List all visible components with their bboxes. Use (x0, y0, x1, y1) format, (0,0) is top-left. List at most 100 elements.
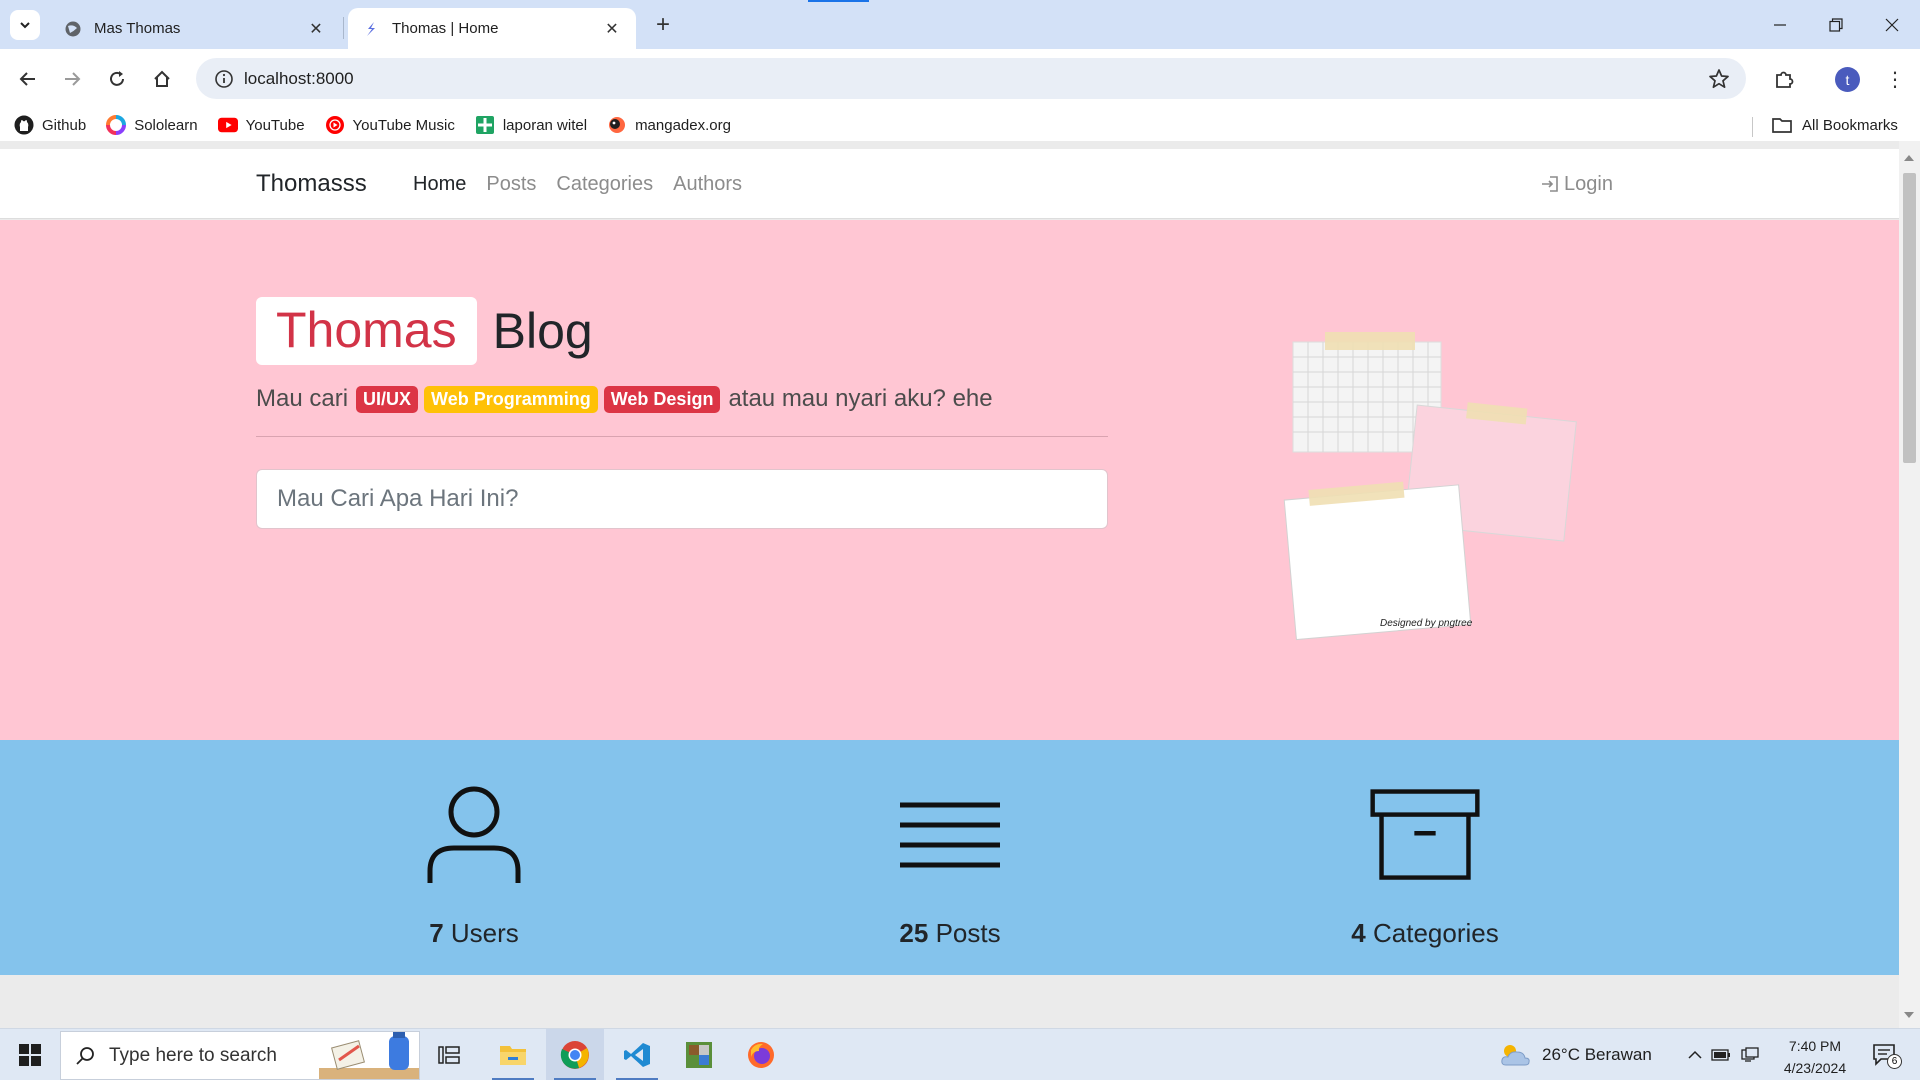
bookmark-github[interactable]: Github (14, 111, 86, 139)
battery-icon[interactable] (1706, 1049, 1736, 1061)
all-bookmarks-button[interactable]: All Bookmarks (1772, 109, 1898, 141)
stat-categories: 4 Categories (1295, 780, 1555, 949)
page-scrollbar[interactable] (1899, 141, 1920, 1028)
stat-posts-label: 25 Posts (899, 918, 1000, 949)
arrow-left-icon (19, 72, 35, 86)
site-navbar: Thomasss Home Posts Categories Authors L… (0, 149, 1899, 219)
login-label: Login (1564, 172, 1613, 195)
taskbar-search-box[interactable]: Type here to search (60, 1031, 420, 1080)
bookmark-mangadex[interactable]: mangadex.org (607, 111, 731, 139)
minimize-icon[interactable] (1752, 0, 1808, 49)
hero-divider (256, 436, 1108, 437)
scroll-up-arrow-icon[interactable] (1904, 155, 1914, 161)
close-icon[interactable]: ✕ (306, 19, 326, 39)
start-button[interactable] (0, 1029, 60, 1080)
weather-widget[interactable]: 26°C Berawan (1498, 1029, 1652, 1080)
scroll-thumb[interactable] (1903, 173, 1916, 463)
puzzle-icon (1776, 71, 1794, 88)
nav-link-authors[interactable]: Authors (673, 173, 742, 196)
login-link[interactable]: Login (1540, 149, 1613, 219)
bookmark-laporan-witel[interactable]: laporan witel (475, 111, 587, 139)
chevron-down-icon (20, 22, 30, 29)
globe-icon (64, 20, 82, 38)
bookmark-label: mangadex.org (635, 116, 731, 134)
folder-icon (1772, 116, 1792, 134)
stat-categories-label: 4 Categories (1351, 918, 1498, 949)
github-icon (14, 115, 34, 135)
taskbar-minecraft[interactable] (670, 1029, 728, 1080)
system-clock[interactable]: 7:40 PM 4/23/2024 (1770, 1035, 1860, 1079)
extensions-button[interactable] (1768, 63, 1800, 95)
reload-button[interactable] (101, 63, 133, 95)
bookmark-label: YouTube (245, 116, 305, 134)
address-text: localhost:8000 (244, 68, 354, 88)
youtube-music-icon (325, 115, 345, 135)
taskbar-chrome[interactable] (546, 1029, 604, 1080)
bookmark-youtube[interactable]: YouTube (217, 111, 305, 139)
scroll-down-arrow-icon[interactable] (1904, 1012, 1914, 1018)
home-button[interactable] (146, 63, 178, 95)
window-controls (1752, 0, 1920, 49)
tab-mas-thomas[interactable]: Mas Thomas ✕ (50, 8, 340, 49)
notification-center-button[interactable]: 6 (1868, 1039, 1902, 1071)
tab-search-button[interactable] (10, 10, 40, 40)
forward-button[interactable] (56, 63, 88, 95)
bookmark-label: YouTube Music (352, 116, 455, 134)
stat-name: Posts (935, 918, 1001, 948)
bookmark-label: Sololearn (134, 116, 198, 134)
nav-link-categories[interactable]: Categories (556, 173, 653, 196)
network-icon[interactable] (1736, 1047, 1764, 1063)
notes-illustration: Designed by pngtree (1270, 312, 1590, 642)
badge-web-programming[interactable]: Web Programming (424, 385, 598, 413)
bookmark-label: laporan witel (502, 116, 588, 134)
close-window-icon[interactable] (1864, 0, 1920, 49)
login-icon (1540, 174, 1560, 194)
vscode-icon (624, 1043, 650, 1067)
youtube-icon (217, 115, 238, 135)
task-view-button[interactable] (420, 1029, 478, 1080)
bookmark-star-icon[interactable] (1708, 68, 1730, 95)
loading-indicator (808, 0, 869, 2)
mangadex-icon (607, 115, 627, 135)
chevron-up-icon[interactable] (1684, 1050, 1706, 1060)
bookmarks-divider (1752, 117, 1753, 137)
back-button[interactable] (12, 63, 44, 95)
hero-search-input[interactable]: Mau Cari Apa Hari Ini? (256, 469, 1108, 529)
taskbar-file-explorer[interactable] (484, 1029, 542, 1080)
notification-count-badge: 6 (1887, 1054, 1902, 1069)
taskbar-firefox[interactable] (732, 1029, 790, 1080)
stat-name: Users (450, 918, 519, 948)
badge-ui-ux[interactable]: UI/UX (356, 385, 419, 413)
clock-time: 7:40 PM (1788, 1038, 1842, 1054)
browser-menu-icon[interactable]: ⋮ (1880, 63, 1910, 95)
tab-thomas-home[interactable]: Thomas | Home ✕ (348, 8, 636, 49)
nav-link-posts[interactable]: Posts (486, 173, 536, 196)
white-paper-note (1283, 481, 1472, 641)
site-brand[interactable]: Thomasss (256, 149, 367, 219)
badge-web-design[interactable]: Web Design (603, 385, 721, 413)
hero-title-highlight: Thomas (256, 297, 477, 365)
task-view-icon (438, 1046, 460, 1064)
bookmark-sololearn[interactable]: Sololearn (106, 111, 198, 139)
restore-icon[interactable] (1808, 0, 1864, 49)
profile-avatar[interactable]: t (1835, 67, 1860, 92)
lines-icon (895, 780, 1005, 890)
tray-icons (1684, 1029, 1764, 1080)
stat-name: Categories (1372, 918, 1499, 948)
site-info-icon[interactable] (204, 58, 244, 99)
nav-link-home[interactable]: Home (413, 173, 466, 196)
firefox-icon (748, 1042, 774, 1068)
all-bookmarks-label: All Bookmarks (1802, 116, 1898, 134)
stat-posts: 25 Posts (820, 780, 1080, 949)
stat-count: 4 (1351, 918, 1366, 948)
tab-separator (343, 17, 344, 39)
chrome-icon (560, 1041, 589, 1069)
address-bar[interactable]: localhost:8000 (196, 58, 1746, 99)
taskbar-vscode[interactable] (608, 1029, 666, 1080)
bookmark-youtube-music[interactable]: YouTube Music (325, 111, 455, 139)
page-viewport: Thomasss Home Posts Categories Authors L… (0, 141, 1920, 1028)
windows-logo-icon (19, 1044, 41, 1066)
new-tab-button[interactable]: + (650, 11, 676, 38)
subtitle-suffix: atau mau nyari aku? ehe (728, 385, 993, 412)
close-icon[interactable]: ✕ (602, 19, 622, 39)
